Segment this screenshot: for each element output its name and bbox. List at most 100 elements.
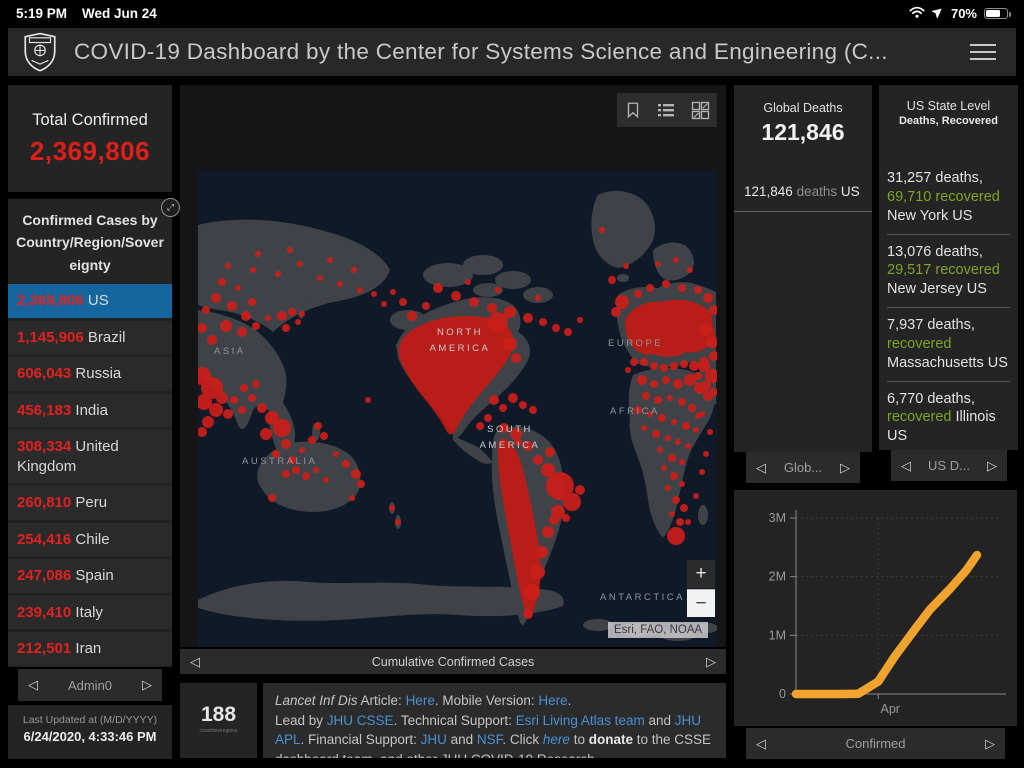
chart-ytick-label: 2M: [769, 570, 786, 584]
us-state-item[interactable]: 7,937 deaths, recovered Massachusetts US: [887, 308, 1010, 382]
outbreak-dot: [395, 519, 401, 525]
map-continent-label: ASIA: [214, 346, 246, 357]
outbreak-dot: [351, 469, 361, 479]
outbreak-dot: [642, 392, 650, 400]
country-name: Chile: [75, 530, 110, 548]
country-row[interactable]: 308,334 United Kingdom: [8, 430, 172, 484]
zoom-out-button[interactable]: −: [687, 589, 715, 617]
outbreak-dot: [562, 514, 570, 522]
battery-icon: [984, 8, 1011, 19]
outbreak-dot: [302, 472, 310, 480]
outbreak-dot: [337, 281, 343, 287]
global-deaths-item[interactable]: 121,846 deaths US: [734, 179, 872, 213]
state-recovered: 69,710 recovered: [887, 188, 1000, 205]
country-name: Brazil: [87, 328, 126, 346]
outbreak-dot: [700, 324, 712, 336]
pager-prev-icon[interactable]: ◁: [190, 654, 200, 670]
info-link[interactable]: Here: [538, 693, 567, 708]
outbreak-dot: [685, 443, 691, 449]
outbreak-dot: [257, 403, 267, 413]
global-deaths-title: Global Deaths: [763, 101, 843, 115]
hamburger-menu-icon[interactable]: [970, 39, 996, 65]
pager-next-icon[interactable]: ▷: [706, 654, 716, 670]
info-link[interactable]: Esri Living Atlas team: [516, 713, 645, 728]
info-text-segment: donate: [588, 732, 633, 748]
us-state-item[interactable]: 6,770 deaths, recovered Illinois US: [887, 382, 1010, 450]
country-row[interactable]: 1,145,906 Brazil: [8, 320, 172, 355]
state-name: Massachusetts US: [887, 354, 1008, 371]
country-row[interactable]: 456,183 India: [8, 393, 172, 428]
pager-prev-icon[interactable]: ◁: [756, 736, 766, 752]
outbreak-dot: [625, 367, 631, 373]
outbreak-dot: [308, 436, 316, 444]
us-deaths-pager: ◁ US D... ▷: [891, 450, 1007, 481]
app-header: COVID-19 Dashboard by the Center for Sys…: [8, 28, 1016, 76]
country-name: Peru: [75, 494, 108, 512]
chart-ytick-label: 3M: [769, 511, 786, 525]
pager-prev-icon[interactable]: ◁: [28, 677, 38, 693]
zoom-in-button[interactable]: +: [687, 560, 715, 588]
us-state-item[interactable]: 31,257 deaths, 69,710 recovered New York…: [887, 161, 1010, 235]
outbreak-dot: [693, 427, 699, 433]
info-text-segment: . Click: [502, 732, 543, 748]
expand-icon[interactable]: ⤢: [161, 198, 180, 217]
clock-date: Wed Jun 24: [82, 6, 157, 21]
outbreak-dot: [552, 324, 560, 332]
pager-prev-icon[interactable]: ◁: [901, 458, 911, 474]
country-row[interactable]: 247,086 Spain: [8, 559, 172, 593]
country-row[interactable]: 260,810 Peru: [8, 486, 172, 520]
outbreak-dot: [281, 439, 291, 449]
confirmed-trend-line: [791, 550, 982, 699]
pager-next-icon[interactable]: ▷: [142, 677, 152, 693]
outbreak-dot: [661, 465, 667, 471]
outbreak-dot: [216, 392, 228, 404]
us-state-level-panel: US State Level Deaths, Recovered 31,257 …: [879, 85, 1018, 450]
bookmark-icon[interactable]: [624, 100, 642, 120]
outbreak-dot: [655, 261, 661, 267]
basemap-grid-icon[interactable]: [691, 101, 710, 120]
info-link[interactable]: here: [543, 732, 570, 747]
country-row[interactable]: 254,416 Chile: [8, 522, 172, 557]
pager-next-icon[interactable]: ▷: [987, 458, 997, 474]
outbreak-dot: [678, 284, 686, 292]
outbreak-dot: [499, 404, 507, 412]
map-pager: ◁ Cumulative Confirmed Cases ▷: [180, 649, 726, 674]
outbreak-dot: [623, 263, 629, 269]
pager-next-icon[interactable]: ▷: [985, 736, 995, 752]
outbreak-dot: [275, 271, 281, 277]
outbreak-dot: [533, 455, 543, 465]
world-map[interactable]: ASIA AUSTRALIA NORTH AMERICA SOUTH AMERICA E…: [198, 170, 717, 647]
pager-prev-icon[interactable]: ◁: [756, 460, 766, 476]
pager-next-icon[interactable]: ▷: [840, 460, 850, 476]
countries-count-caption: countries/regions: [199, 728, 238, 734]
outbreak-dot: [211, 293, 221, 303]
outbreak-dot: [351, 267, 357, 273]
info-link[interactable]: JHU CSSE: [327, 713, 394, 728]
region-name: US: [840, 184, 860, 199]
outbreak-dot: [235, 285, 241, 291]
info-link[interactable]: JHU: [421, 732, 447, 747]
country-row[interactable]: 2,369,806 US: [8, 284, 172, 318]
outbreak-dot: [523, 609, 533, 619]
info-link[interactable]: NSF: [477, 732, 503, 747]
country-row[interactable]: 212,501 Iran: [8, 632, 172, 666]
country-case-count: 260,810: [17, 494, 72, 512]
map-continent-label: SOUTH AMERICA: [479, 424, 541, 452]
total-confirmed-label: Total Confirmed: [32, 111, 148, 129]
outbreak-dot: [539, 318, 547, 326]
outbreak-dot: [268, 494, 276, 502]
outbreak-dot: [531, 565, 545, 579]
us-state-item[interactable]: 13,076 deaths, 29,517 recovered New Jers…: [887, 235, 1010, 309]
legend-list-icon[interactable]: [656, 101, 676, 119]
state-recovered: recovered: [887, 409, 952, 426]
outbreak-dot: [260, 428, 272, 440]
confirmed-trend-chart-panel[interactable]: 0 1M 2M 3M Apr: [734, 490, 1017, 726]
outbreak-dot: [535, 295, 541, 301]
pager-label: Glob...: [783, 460, 823, 475]
country-row[interactable]: 606,043 Russia: [8, 357, 172, 391]
outbreak-dot: [287, 247, 293, 253]
country-row[interactable]: 239,410 Italy: [8, 595, 172, 630]
state-deaths: 6,770 deaths,: [887, 390, 975, 407]
outbreak-dot: [701, 381, 711, 391]
info-link[interactable]: Here: [406, 693, 435, 708]
